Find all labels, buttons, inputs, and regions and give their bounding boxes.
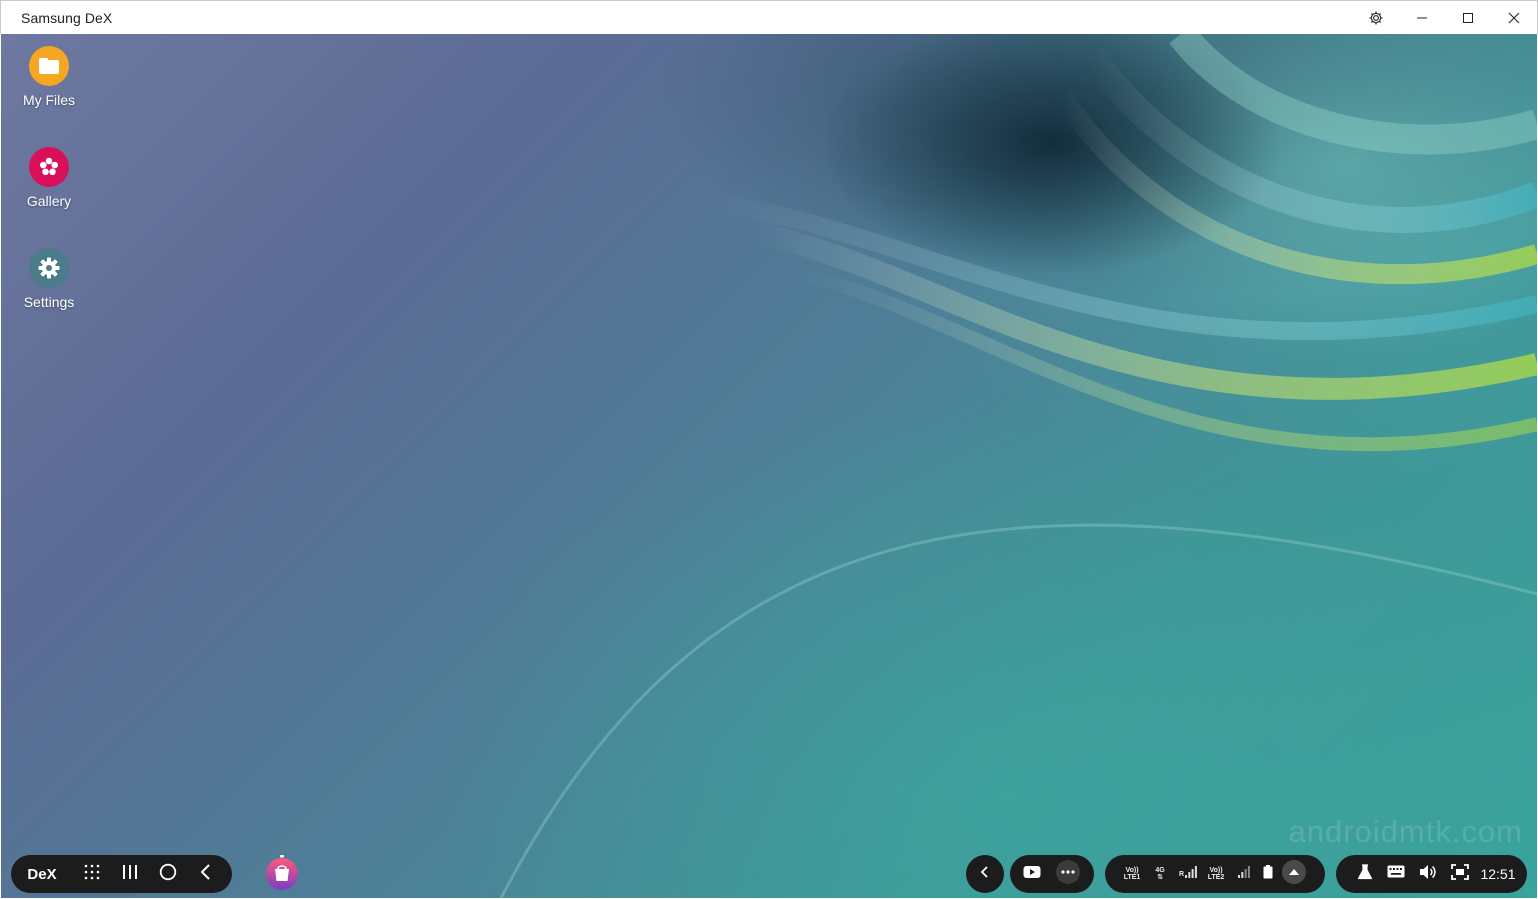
battery-indicator [1257,864,1279,884]
volte2-text: Vo)) [1209,867,1223,874]
settings-icon [1368,10,1384,26]
data-arrows-icon: ⇅ [1157,874,1163,881]
minimize-icon [1416,12,1428,24]
gear-icon [29,248,69,288]
folder-icon [29,46,69,86]
keyboard-icon [1387,865,1405,883]
watermark-text: androidmtk.com [1288,814,1523,849]
tray-collapse [966,855,1004,893]
lab-button[interactable] [1350,863,1380,885]
home-icon [159,863,177,886]
desktop-icon-settings[interactable]: Settings [1,248,97,310]
system-tray: 12:51 [1336,855,1527,893]
galaxy-store-icon [265,854,299,896]
maximize-button[interactable] [1445,1,1491,35]
flower-icon [29,147,69,187]
clock[interactable]: 12:51 [1476,866,1520,882]
status-tray[interactable]: Vo)) LTE1 4G ⇅ R Vo)) LTE2 [1105,855,1325,893]
wallpaper [499,34,1537,898]
window-title: Samsung DeX [21,10,113,26]
signal2-indicator [1231,865,1257,883]
network-indicator: 4G ⇅ [1145,867,1175,881]
notifications-button[interactable] [1279,859,1309,890]
volume-icon [1419,864,1437,885]
recent-apps-button[interactable] [111,863,149,886]
lab-icon [1357,863,1373,885]
running-apps [1010,855,1094,893]
desktop-icon-label: My Files [22,92,76,108]
apps-grid-icon [83,863,101,886]
signal-weak-icon [1238,865,1250,883]
dex-desktop[interactable]: My Files Gallery Settings androidmtk.com… [1,34,1537,898]
dex-label: DeX [27,865,57,883]
screenshot-button[interactable] [1444,863,1476,885]
recent-apps-icon [121,863,139,886]
volte2-indicator: Vo)) LTE2 [1201,867,1231,881]
clock-time: 12:51 [1480,866,1516,882]
maximize-icon [1462,12,1474,24]
back-button[interactable] [187,863,225,886]
volte1-text: Vo)) [1125,867,1139,874]
collapse-tray-button[interactable] [966,865,1004,884]
signal1-indicator: R [1175,865,1201,883]
back-icon [197,863,215,886]
youtube-button[interactable] [1010,865,1054,884]
lte2-text: LTE2 [1207,874,1225,881]
close-button[interactable] [1491,1,1537,35]
screenshot-icon [1451,863,1469,885]
signal-icon [1185,865,1197,883]
settings-button[interactable] [1353,1,1399,35]
pinned-app-galaxy-store[interactable] [263,854,301,896]
home-button[interactable] [149,863,187,886]
minimize-button[interactable] [1399,1,1445,35]
chevron-up-icon [1281,859,1307,890]
more-icon [1055,859,1081,890]
more-button[interactable] [1054,859,1082,890]
close-icon [1508,12,1520,24]
dex-button[interactable]: DeX [11,866,73,883]
window-titlebar: Samsung DeX [0,0,1538,34]
roaming-text: R [1178,870,1185,878]
chevron-left-icon [978,865,992,884]
desktop-icon-my-files[interactable]: My Files [1,46,97,108]
desktop-icon-label: Gallery [26,193,72,209]
battery-icon [1263,864,1273,884]
volume-button[interactable] [1412,864,1444,885]
volte1-indicator: Vo)) LTE1 [1119,867,1145,881]
desktop-icon-label: Settings [23,294,75,310]
lte1-text: LTE1 [1123,874,1141,881]
youtube-icon [1023,865,1041,884]
network-type-text: 4G [1155,867,1165,874]
apps-button[interactable] [73,863,111,886]
desktop-icon-gallery[interactable]: Gallery [1,147,97,209]
taskbar-nav: DeX [11,855,232,893]
keyboard-button[interactable] [1380,865,1412,883]
